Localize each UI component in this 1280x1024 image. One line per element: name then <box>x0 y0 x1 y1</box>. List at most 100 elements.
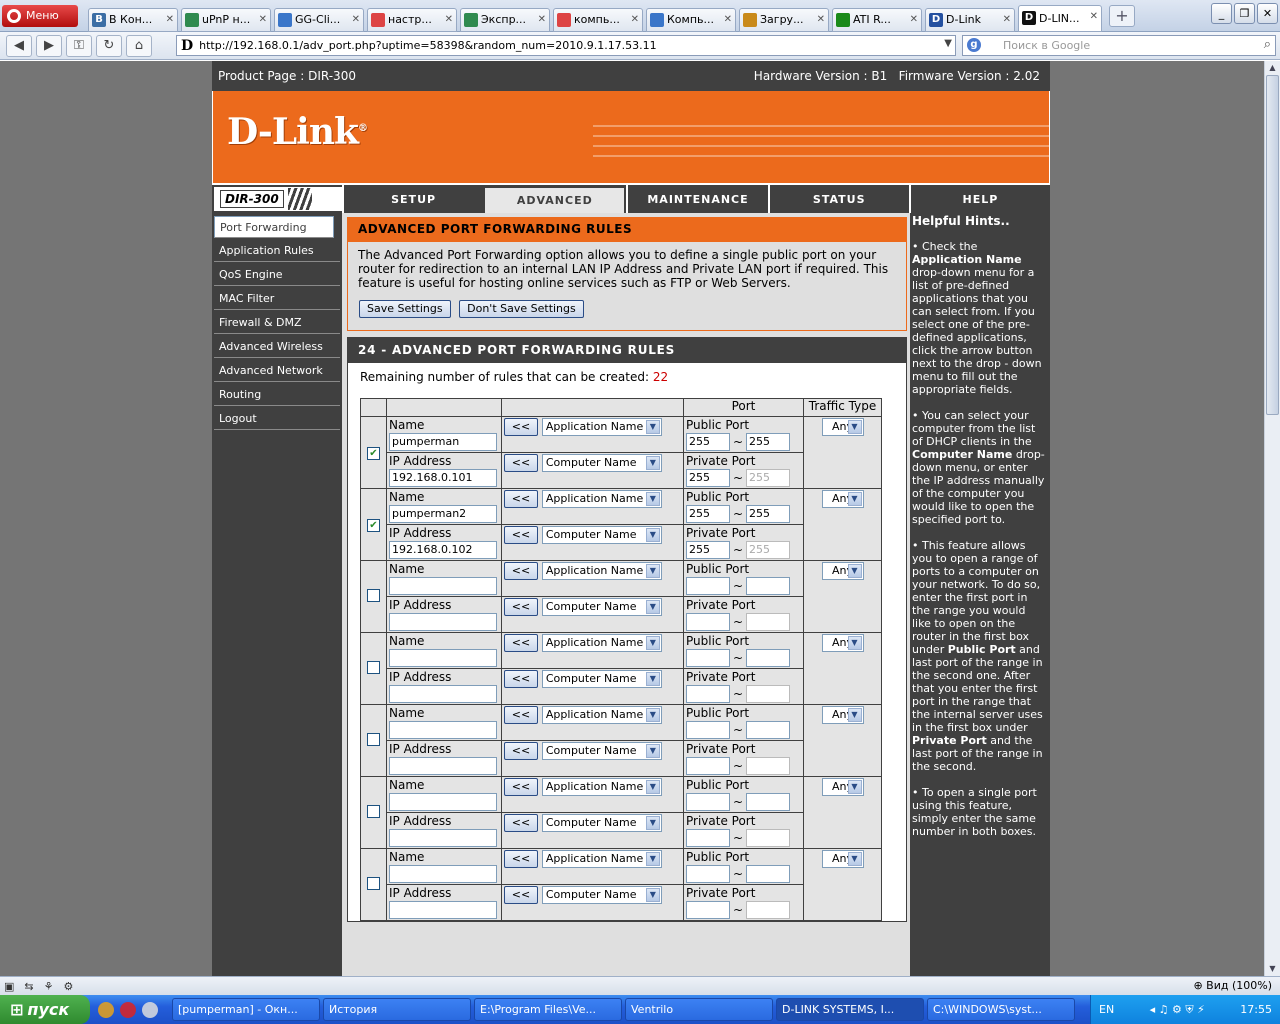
name-field[interactable] <box>389 793 497 811</box>
public-port-start[interactable] <box>686 865 730 883</box>
panel-toggle-icon[interactable]: ▣ <box>4 980 14 993</box>
ip-address-field[interactable] <box>389 901 497 919</box>
browser-tab[interactable]: uPnP н... ✕ <box>181 7 271 32</box>
sidebar-item-logout[interactable]: Logout <box>214 408 340 430</box>
taskbar-item[interactable]: История <box>323 998 471 1021</box>
opera-icon[interactable] <box>120 1001 136 1018</box>
taskbar-item[interactable]: C:\WINDOWS\syst... <box>927 998 1075 1021</box>
apply-computer-button[interactable]: << <box>504 814 538 832</box>
public-port-end[interactable] <box>746 865 790 883</box>
sidebar-item-qos-engine[interactable]: QoS Engine <box>214 264 340 286</box>
rule-enable-checkbox[interactable]: ✔ <box>367 447 380 460</box>
tab-help[interactable]: HELP <box>908 185 1050 213</box>
browser-tab[interactable]: GG-Cli... ✕ <box>274 7 364 32</box>
ip-address-field[interactable]: 192.168.0.101 <box>389 469 497 487</box>
private-port-start[interactable]: 255 <box>686 541 730 559</box>
tab-maintenance[interactable]: MAINTENANCE <box>626 185 767 213</box>
computer-name-select[interactable]: Computer Name ▼ <box>541 886 662 904</box>
private-port-start[interactable] <box>686 685 730 703</box>
traffic-type-select[interactable]: Any ▼ <box>821 850 864 868</box>
public-port-end[interactable]: 255 <box>746 433 790 451</box>
tab-status[interactable]: STATUS <box>767 185 909 213</box>
rule-enable-checkbox[interactable] <box>367 732 380 746</box>
computer-name-select[interactable]: Computer Name ▼ <box>541 670 662 688</box>
close-tab-icon[interactable]: ✕ <box>445 14 453 25</box>
public-port-end[interactable] <box>746 793 790 811</box>
ip-address-field[interactable] <box>389 757 497 775</box>
private-port-start[interactable] <box>686 613 730 631</box>
rule-enable-checkbox[interactable] <box>367 876 380 890</box>
browser-tab[interactable]: настр... ✕ <box>367 7 457 32</box>
computer-name-select[interactable]: Computer Name ▼ <box>541 814 662 832</box>
public-port-end[interactable] <box>746 649 790 667</box>
computer-name-select[interactable]: Computer Name ▼ <box>541 454 662 472</box>
application-name-select[interactable]: Application Name ▼ <box>541 418 662 436</box>
scroll-up-icon[interactable]: ▲ <box>1265 61 1280 75</box>
name-field[interactable] <box>389 721 497 739</box>
apply-app-button[interactable]: << <box>504 634 538 652</box>
scroll-thumb[interactable] <box>1266 75 1279 415</box>
taskbar-item[interactable]: [pumperman] - Окн... <box>172 998 320 1021</box>
close-tab-icon[interactable]: ✕ <box>1090 11 1098 22</box>
sidebar-item-port-forwarding[interactable]: Port Forwarding <box>214 216 334 238</box>
browser-tab[interactable]: Компь... ✕ <box>646 7 736 32</box>
close-icon[interactable]: ✕ <box>1257 3 1278 24</box>
zoom-level[interactable]: ⊕ Вид (100%) <box>1193 979 1272 992</box>
application-name-select[interactable]: Application Name ▼ <box>541 778 662 796</box>
computer-name-select[interactable]: Computer Name ▼ <box>541 598 662 616</box>
browser-tab[interactable]: Загру... ✕ <box>739 7 829 32</box>
application-name-select[interactable]: Application Name ▼ <box>541 562 662 580</box>
minimize-icon[interactable]: _ <box>1211 3 1232 24</box>
browser-tab[interactable]: D D-Link ✕ <box>925 7 1015 32</box>
save-settings-button[interactable]: Save Settings <box>359 300 451 318</box>
sidebar-item-advanced-wireless[interactable]: Advanced Wireless <box>214 336 340 358</box>
address-bar[interactable]: D http://192.168.0.1/adv_port.php?uptime… <box>176 35 956 56</box>
rule-enable-checkbox[interactable]: ✔ <box>367 519 380 532</box>
apply-computer-button[interactable]: << <box>504 598 538 616</box>
sidebar-item-firewall-dmz[interactable]: Firewall & DMZ <box>214 312 340 334</box>
taskbar-item[interactable]: Ventrilo <box>625 998 773 1021</box>
dont-save-settings-button[interactable]: Don't Save Settings <box>459 300 584 318</box>
apply-app-button[interactable]: << <box>504 850 538 868</box>
close-tab-icon[interactable]: ✕ <box>1003 14 1011 25</box>
new-tab-button[interactable]: + <box>1109 4 1135 27</box>
application-name-select[interactable]: Application Name ▼ <box>541 706 662 724</box>
public-port-start[interactable] <box>686 793 730 811</box>
search-icon[interactable]: ⌕ <box>1264 37 1271 52</box>
apply-computer-button[interactable]: << <box>504 454 538 472</box>
apply-app-button[interactable]: << <box>504 562 538 580</box>
apply-computer-button[interactable]: << <box>504 886 538 904</box>
public-port-start[interactable]: 255 <box>686 505 730 523</box>
private-port-start[interactable] <box>686 901 730 919</box>
tab-setup[interactable]: SETUP <box>342 185 483 213</box>
public-port-start[interactable]: 255 <box>686 433 730 451</box>
rule-enable-checkbox[interactable] <box>367 660 380 674</box>
browser-tab[interactable]: Экспр... ✕ <box>460 7 550 32</box>
apply-app-button[interactable]: << <box>504 418 538 436</box>
rule-enable-checkbox[interactable] <box>367 588 380 602</box>
public-port-start[interactable] <box>686 721 730 739</box>
name-field[interactable] <box>389 865 497 883</box>
taskbar-item[interactable]: D-LINK SYSTEMS, I... <box>776 998 924 1021</box>
public-port-end[interactable] <box>746 721 790 739</box>
apply-computer-button[interactable]: << <box>504 670 538 688</box>
name-field[interactable]: pumperman <box>389 433 497 451</box>
private-port-start[interactable]: 255 <box>686 469 730 487</box>
browser-tab[interactable]: ATI R... ✕ <box>832 7 922 32</box>
close-tab-icon[interactable]: ✕ <box>724 14 732 25</box>
public-port-end[interactable]: 255 <box>746 505 790 523</box>
apply-computer-button[interactable]: << <box>504 742 538 760</box>
settings-icon[interactable]: ⚙ <box>64 980 74 993</box>
name-field[interactable] <box>389 577 497 595</box>
reload-icon[interactable]: ↻ <box>96 34 122 57</box>
vertical-scrollbar[interactable]: ▲ ▼ <box>1264 61 1280 976</box>
taskbar-item[interactable]: E:\Program Files\Ve... <box>474 998 622 1021</box>
forward-icon[interactable]: ▶ <box>36 34 62 57</box>
close-tab-icon[interactable]: ✕ <box>817 14 825 25</box>
private-port-start[interactable] <box>686 829 730 847</box>
traffic-type-select[interactable]: Any ▼ <box>821 418 864 436</box>
close-tab-icon[interactable]: ✕ <box>538 14 546 25</box>
application-name-select[interactable]: Application Name ▼ <box>541 490 662 508</box>
back-icon[interactable]: ◀ <box>6 34 32 57</box>
apply-app-button[interactable]: << <box>504 706 538 724</box>
